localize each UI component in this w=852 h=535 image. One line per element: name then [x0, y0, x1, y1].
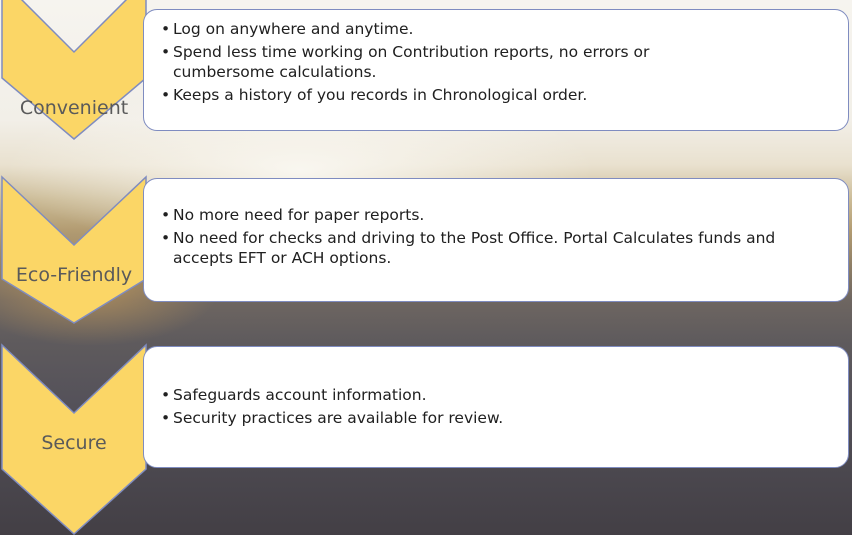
chevron-shape — [1, 0, 147, 140]
bullet-item: Keeps a history of you records in Chrono… — [158, 85, 836, 105]
bullet-item: Security practices are available for rev… — [158, 408, 836, 428]
chevron-eco-friendly — [0, 175, 148, 325]
bullet-item: Safeguards account information. — [158, 385, 836, 405]
bullet-item: Log on anywhere and anytime. — [158, 19, 836, 39]
bullet-item: Spend less time working on Contribution … — [158, 42, 836, 82]
stage-label-secure: Secure — [41, 432, 107, 454]
chevron-shape — [1, 175, 147, 324]
convenient-benefits-box: Log on anywhere and anytime. Spend less … — [143, 9, 849, 131]
bullet-item: No need for checks and driving to the Po… — [158, 228, 836, 268]
chevron-convenient — [0, 0, 148, 140]
stage-label-convenient: Convenient — [19, 97, 129, 119]
stage-label-eco-friendly: Eco-Friendly — [15, 264, 133, 286]
secure-benefits-box: Safeguards account information. Security… — [143, 346, 849, 468]
eco-friendly-bullet-list: No more need for paper reports. No need … — [158, 205, 836, 268]
eco-friendly-benefits-box: No more need for paper reports. No need … — [143, 178, 849, 302]
convenient-bullet-list: Log on anywhere and anytime. Spend less … — [158, 19, 836, 105]
bullet-item: No more need for paper reports. — [158, 205, 836, 225]
secure-bullet-list: Safeguards account information. Security… — [158, 385, 836, 428]
